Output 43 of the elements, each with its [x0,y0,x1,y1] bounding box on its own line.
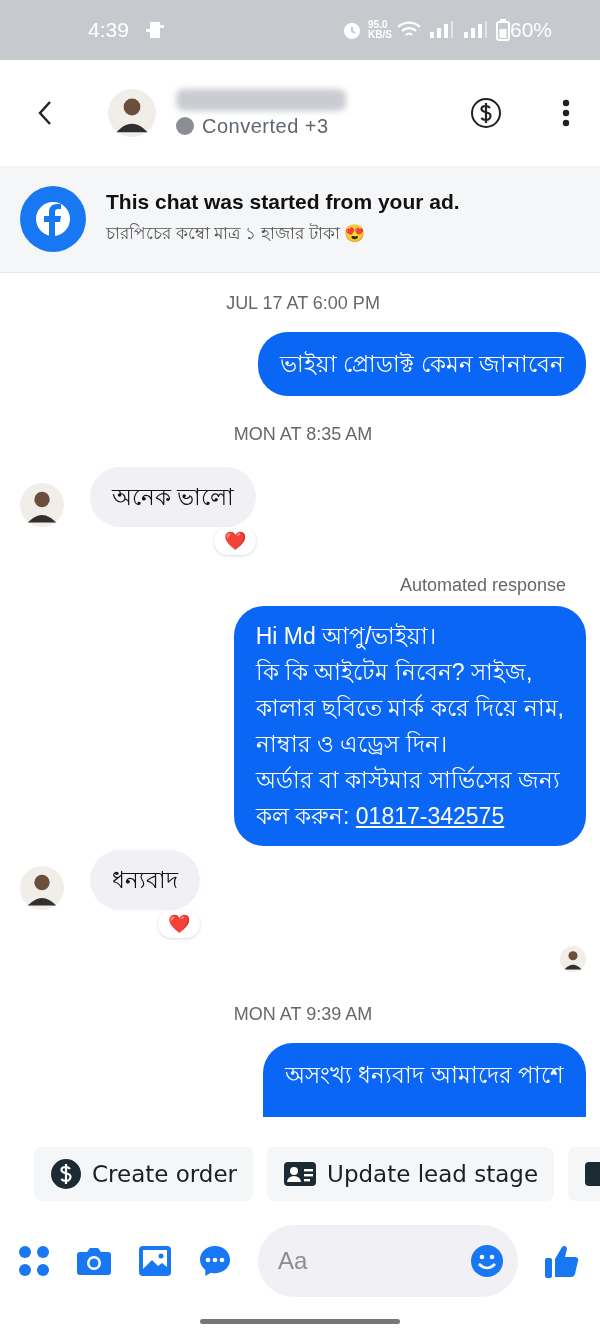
timestamp: JUL 17 AT 6:00 PM [226,293,380,314]
apps-icon[interactable] [18,1245,50,1277]
signal-icon [427,20,456,40]
reaction: ❤ [214,527,257,555]
camera-icon[interactable] [76,1245,112,1277]
automated-response-label: Automated response [399,575,566,596]
clock: 4:39 [88,18,129,42]
timestamp: MON AT 9:39 AM [233,1004,373,1025]
network-speed: 95.0 [368,20,389,30]
image-icon[interactable] [138,1245,172,1277]
avatar-icon [20,483,64,527]
ad-title: This chat was started from your ad. [106,190,460,214]
battery-icon [495,19,510,41]
create-order-button[interactable]: Create order [34,1147,254,1201]
sent-message: ভাইয়া প্রোডাক্ট কেমন জানাবেন [257,332,586,396]
alarm-icon [342,20,363,40]
battery-percent: 60% [509,18,552,42]
more-icon[interactable] [562,99,570,127]
sent-message: Hi Md আপু/ভাইয়া। কি কি আইটেম নিবেন? সাইজ, কালার ছবিতে মার্ক করে দিয়ে নাম, নাম্বার ও এড্রেস দিন। অর্ডার বা কাস্টমার সার্ভিসের জন্য কল করুন: 01817-342575 [233,606,586,846]
ad-subtitle: চারপিচের কম্বো মাত্র ১ হাজার টাকা 😍 [106,222,367,245]
avatar-icon [20,866,64,910]
speed-unit: KB/S [368,30,392,40]
lead-status: Converted +3 [202,114,329,138]
profile-avatar-icon [108,89,156,137]
emoji-icon[interactable] [470,1244,504,1278]
thumbs-up-icon[interactable] [544,1243,580,1279]
back-icon[interactable] [36,99,54,127]
sent-message: অসংখ্য ধন্যবাদ আমাদের পাশে [262,1043,586,1117]
facebook-logo-icon [20,186,86,252]
notification-icon [144,20,165,40]
update-lead-stage-button[interactable]: Update lead stage [267,1147,555,1201]
phone-link[interactable]: 01817-342575 [355,803,505,829]
chat-bubble-icon[interactable] [198,1244,232,1278]
received-message: ধন্যবাদ [90,850,200,910]
dollar-icon[interactable] [50,1158,82,1190]
message-field[interactable]: Aa [258,1225,518,1297]
dollar-icon[interactable] [470,97,502,129]
timestamp: MON AT 8:35 AM [233,424,373,445]
message-input[interactable]: Aa [276,1246,470,1276]
received-message: অনেক ভালো [90,467,257,527]
reaction: ❤ [158,910,200,938]
signal-icon [461,20,490,40]
seen-avatar-icon [560,946,586,972]
